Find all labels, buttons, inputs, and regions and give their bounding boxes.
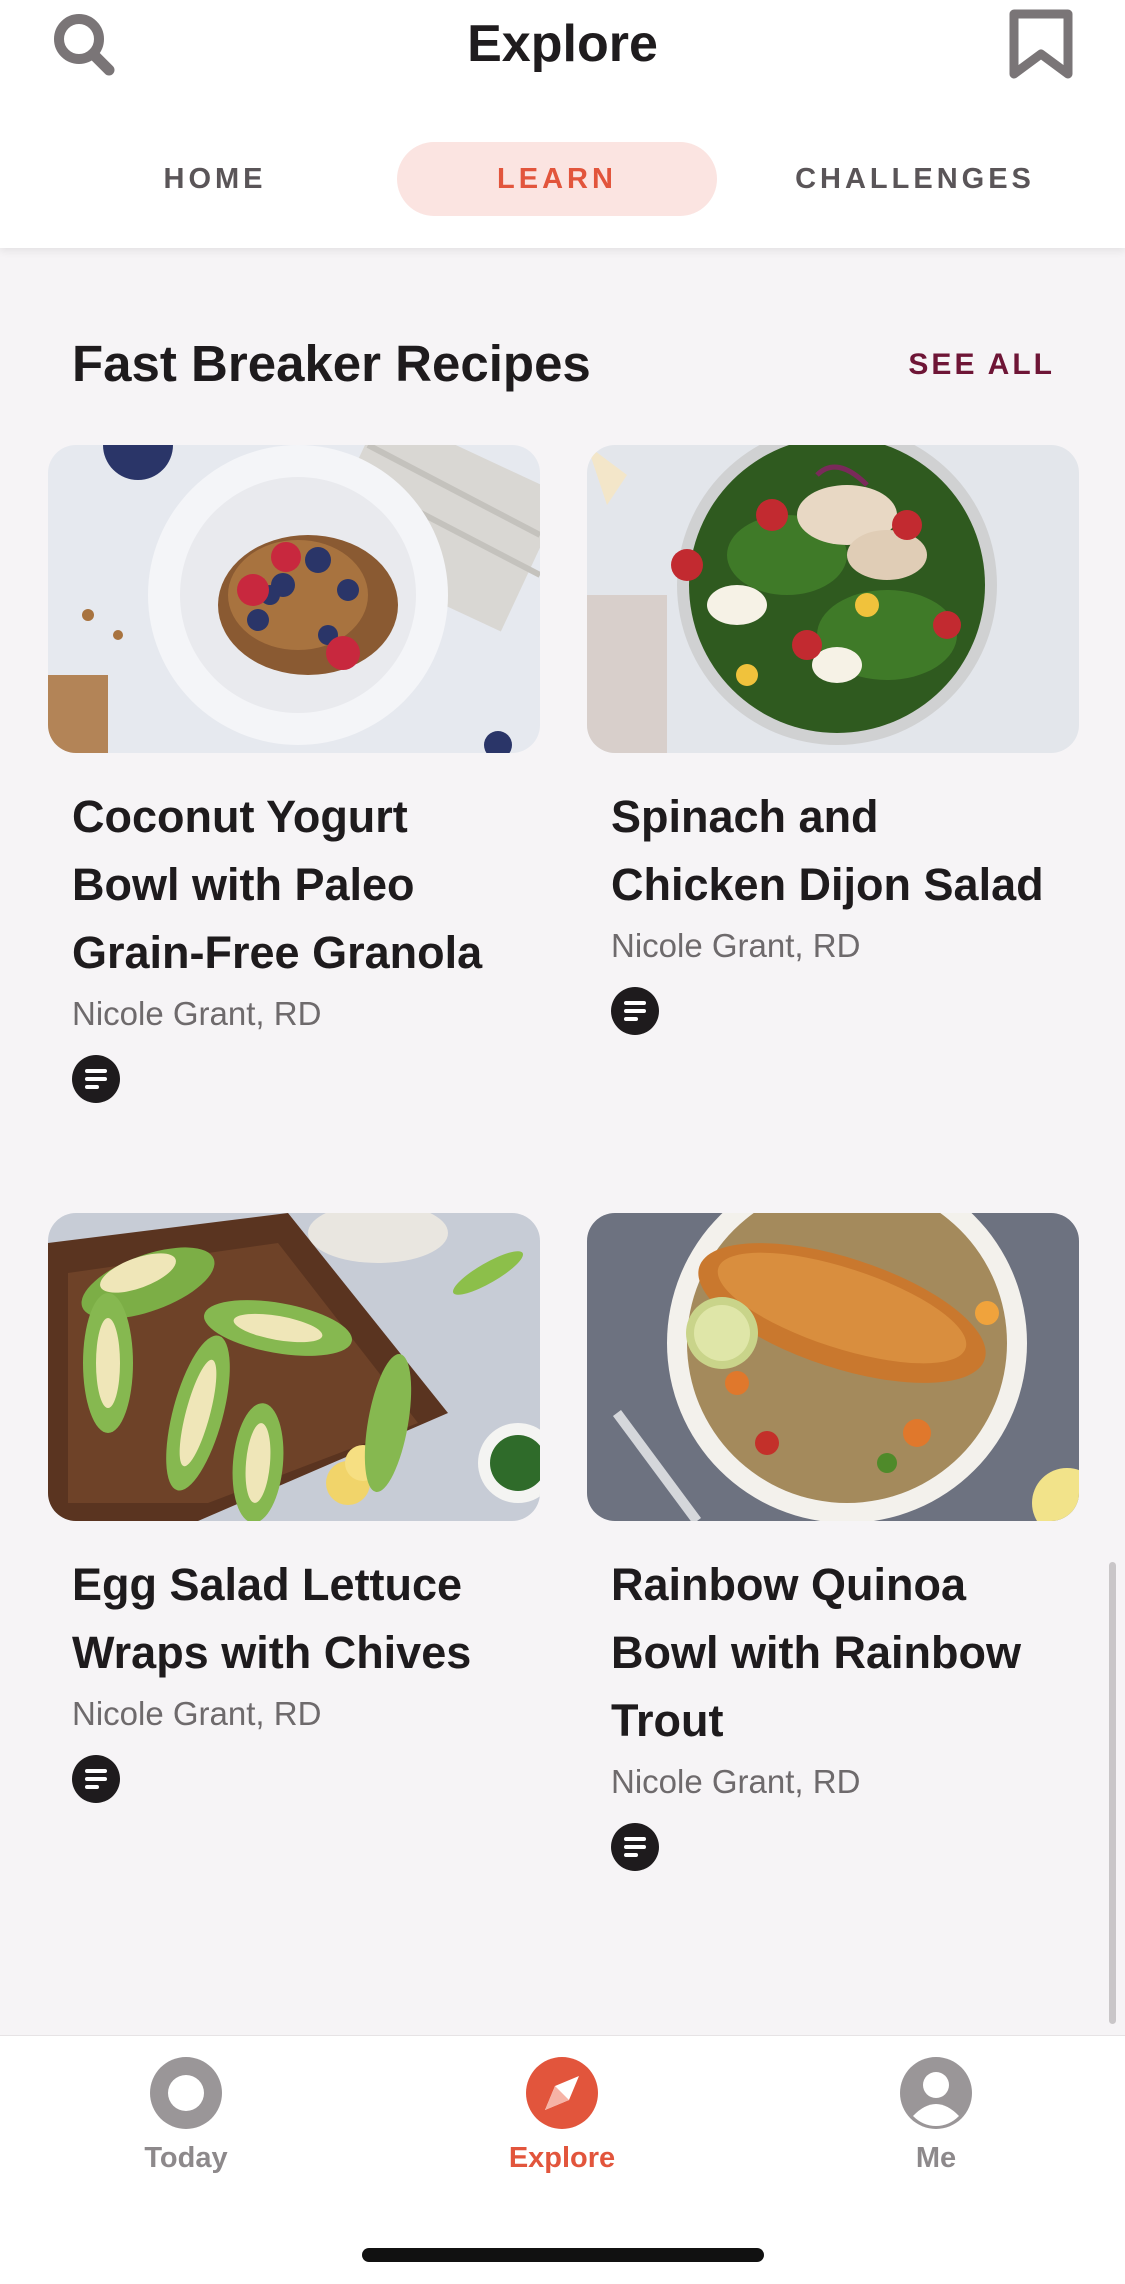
article-icon bbox=[72, 1055, 120, 1103]
recipe-title: Rainbow Quinoa Bowl with Rainbow Trout bbox=[611, 1559, 1021, 1746]
home-indicator[interactable] bbox=[362, 2248, 764, 2262]
nav-label: Today bbox=[144, 2142, 228, 2174]
profile-icon bbox=[899, 2056, 973, 2130]
recipe-image-egg-salad-wraps bbox=[48, 1213, 540, 1521]
tab-challenges[interactable]: CHALLENGES bbox=[775, 142, 1055, 216]
recipe-image-spinach-salad bbox=[587, 445, 1079, 753]
top-header: Explore HOME LEARN CHALLENGES bbox=[0, 0, 1125, 248]
recipe-image-quinoa-trout bbox=[587, 1213, 1079, 1521]
tab-home[interactable]: HOME bbox=[100, 142, 330, 216]
bottom-nav: Today Explore Me bbox=[0, 2035, 1125, 2284]
bookmark-icon[interactable] bbox=[1008, 8, 1074, 80]
section-title: Fast Breaker Recipes bbox=[72, 335, 591, 392]
tab-bar: HOME LEARN CHALLENGES bbox=[0, 142, 1125, 216]
nav-explore[interactable]: Explore bbox=[462, 2056, 662, 2175]
recipe-card[interactable]: Coconut Yogurt Bowl with Paleo Grain-Fre… bbox=[48, 445, 540, 1103]
see-all-link[interactable]: SEE ALL bbox=[880, 348, 1055, 382]
recipe-author: Nicole Grant, RD bbox=[72, 995, 322, 1032]
recipe-author: Nicole Grant, RD bbox=[611, 1763, 861, 1800]
ring-icon bbox=[149, 2056, 223, 2130]
nav-today[interactable]: Today bbox=[86, 2056, 286, 2175]
title-row: Explore bbox=[0, 0, 1125, 92]
recipe-title: Spinach and Chicken Dijon Salad bbox=[611, 791, 1044, 910]
recipe-image-yogurt-bowl bbox=[48, 445, 540, 753]
article-icon bbox=[611, 987, 659, 1035]
nav-me[interactable]: Me bbox=[836, 2056, 1036, 2175]
article-icon bbox=[611, 1823, 659, 1871]
recipe-title: Egg Salad Lettuce Wraps with Chives bbox=[72, 1559, 472, 1678]
scrollbar[interactable] bbox=[1109, 1562, 1116, 2024]
page-title: Explore bbox=[467, 15, 658, 73]
nav-label: Explore bbox=[508, 2142, 616, 2174]
tab-learn[interactable]: LEARN bbox=[397, 142, 717, 216]
recipe-card[interactable]: Rainbow Quinoa Bowl with Rainbow Trout N… bbox=[587, 1213, 1079, 1871]
recipe-card[interactable]: Spinach and Chicken Dijon Salad Nicole G… bbox=[587, 445, 1079, 1035]
recipe-card[interactable]: Egg Salad Lettuce Wraps with Chives Nico… bbox=[48, 1213, 540, 1803]
compass-icon bbox=[525, 2056, 599, 2130]
recipe-author: Nicole Grant, RD bbox=[72, 1695, 322, 1732]
nav-label: Me bbox=[915, 2142, 957, 2174]
article-icon bbox=[72, 1755, 120, 1803]
recipe-author: Nicole Grant, RD bbox=[611, 927, 861, 964]
recipe-title: Coconut Yogurt Bowl with Paleo Grain-Fre… bbox=[72, 791, 483, 978]
